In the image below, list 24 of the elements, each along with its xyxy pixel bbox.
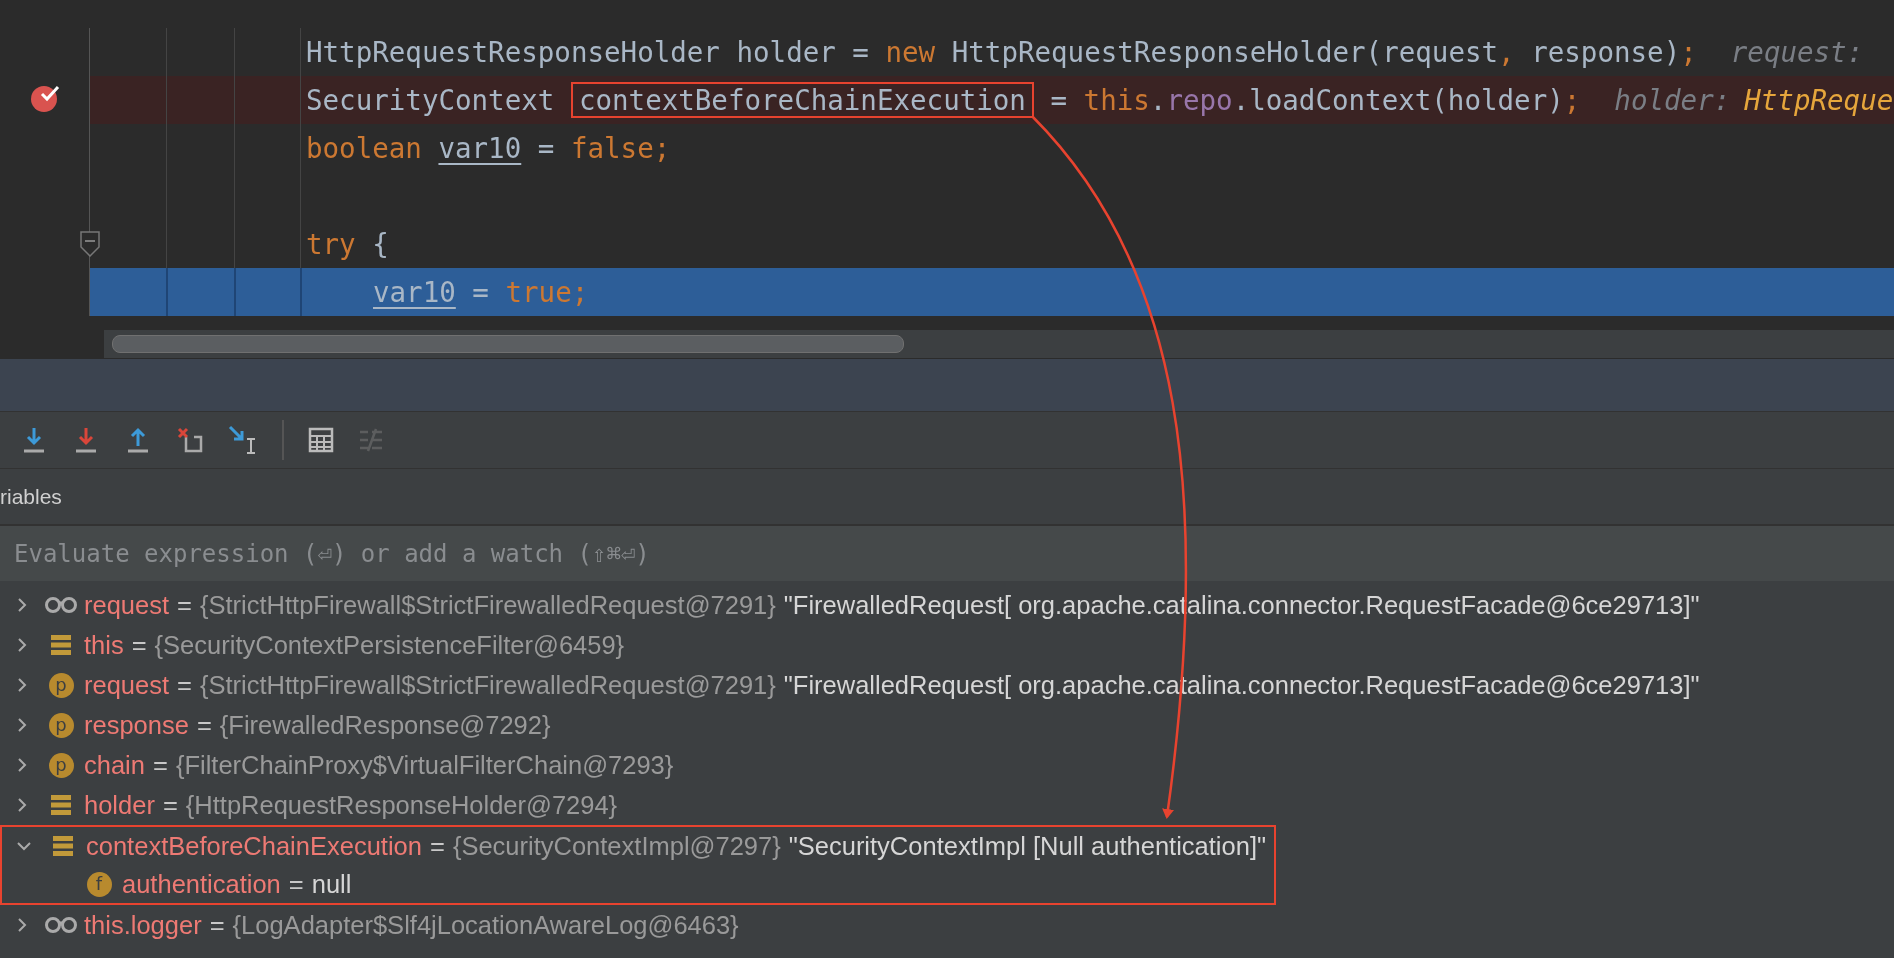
field-icon: f <box>86 871 112 897</box>
panel-title: riables <box>0 484 62 509</box>
glasses-icon <box>44 915 78 935</box>
variable-entry[interactable]: response = {FirewalledResponse@7292} <box>84 710 551 740</box>
glasses-icon <box>44 595 78 615</box>
arrow-cursor-icon[interactable] <box>228 425 258 455</box>
parameter-icon: p <box>48 752 74 778</box>
variable-entry[interactable]: chain = {FilterChainProxy$VirtualFilterChain@7293} <box>84 750 674 780</box>
highlighted-code: contextBeforeChainExecution <box>572 84 1032 116</box>
stack-icon <box>52 835 74 857</box>
parameter-icon: p <box>48 672 74 698</box>
fold-icon[interactable] <box>80 231 100 257</box>
calculator-icon[interactable] <box>308 427 334 453</box>
frame-icon[interactable] <box>176 426 204 454</box>
scrollbar-thumb[interactable] <box>112 335 904 353</box>
stack-icon <box>50 634 72 656</box>
parameter-icon: p <box>48 712 74 738</box>
stack-icon <box>50 794 72 816</box>
watch-input-field[interactable]: Evaluate expression (⏎) or add a watch (⇧⌘⏎) <box>0 526 1894 581</box>
variable-entry[interactable]: authentication = null <box>122 869 352 899</box>
variable-entry[interactable]: holder = {HttpRequestResponseHolder@7294} <box>84 790 618 820</box>
variable-entry[interactable]: this = {SecurityContextPersistenceFilter@6459} <box>84 630 625 660</box>
variable-entry[interactable]: this.logger = {LogAdapter$Slf4jLocationAwareLog@6463} <box>84 910 739 940</box>
variable-entry[interactable]: contextBeforeChainExecution = {SecurityContextImpl@7297} "SecurityContextImpl [Null authentication]" <box>86 831 1267 861</box>
